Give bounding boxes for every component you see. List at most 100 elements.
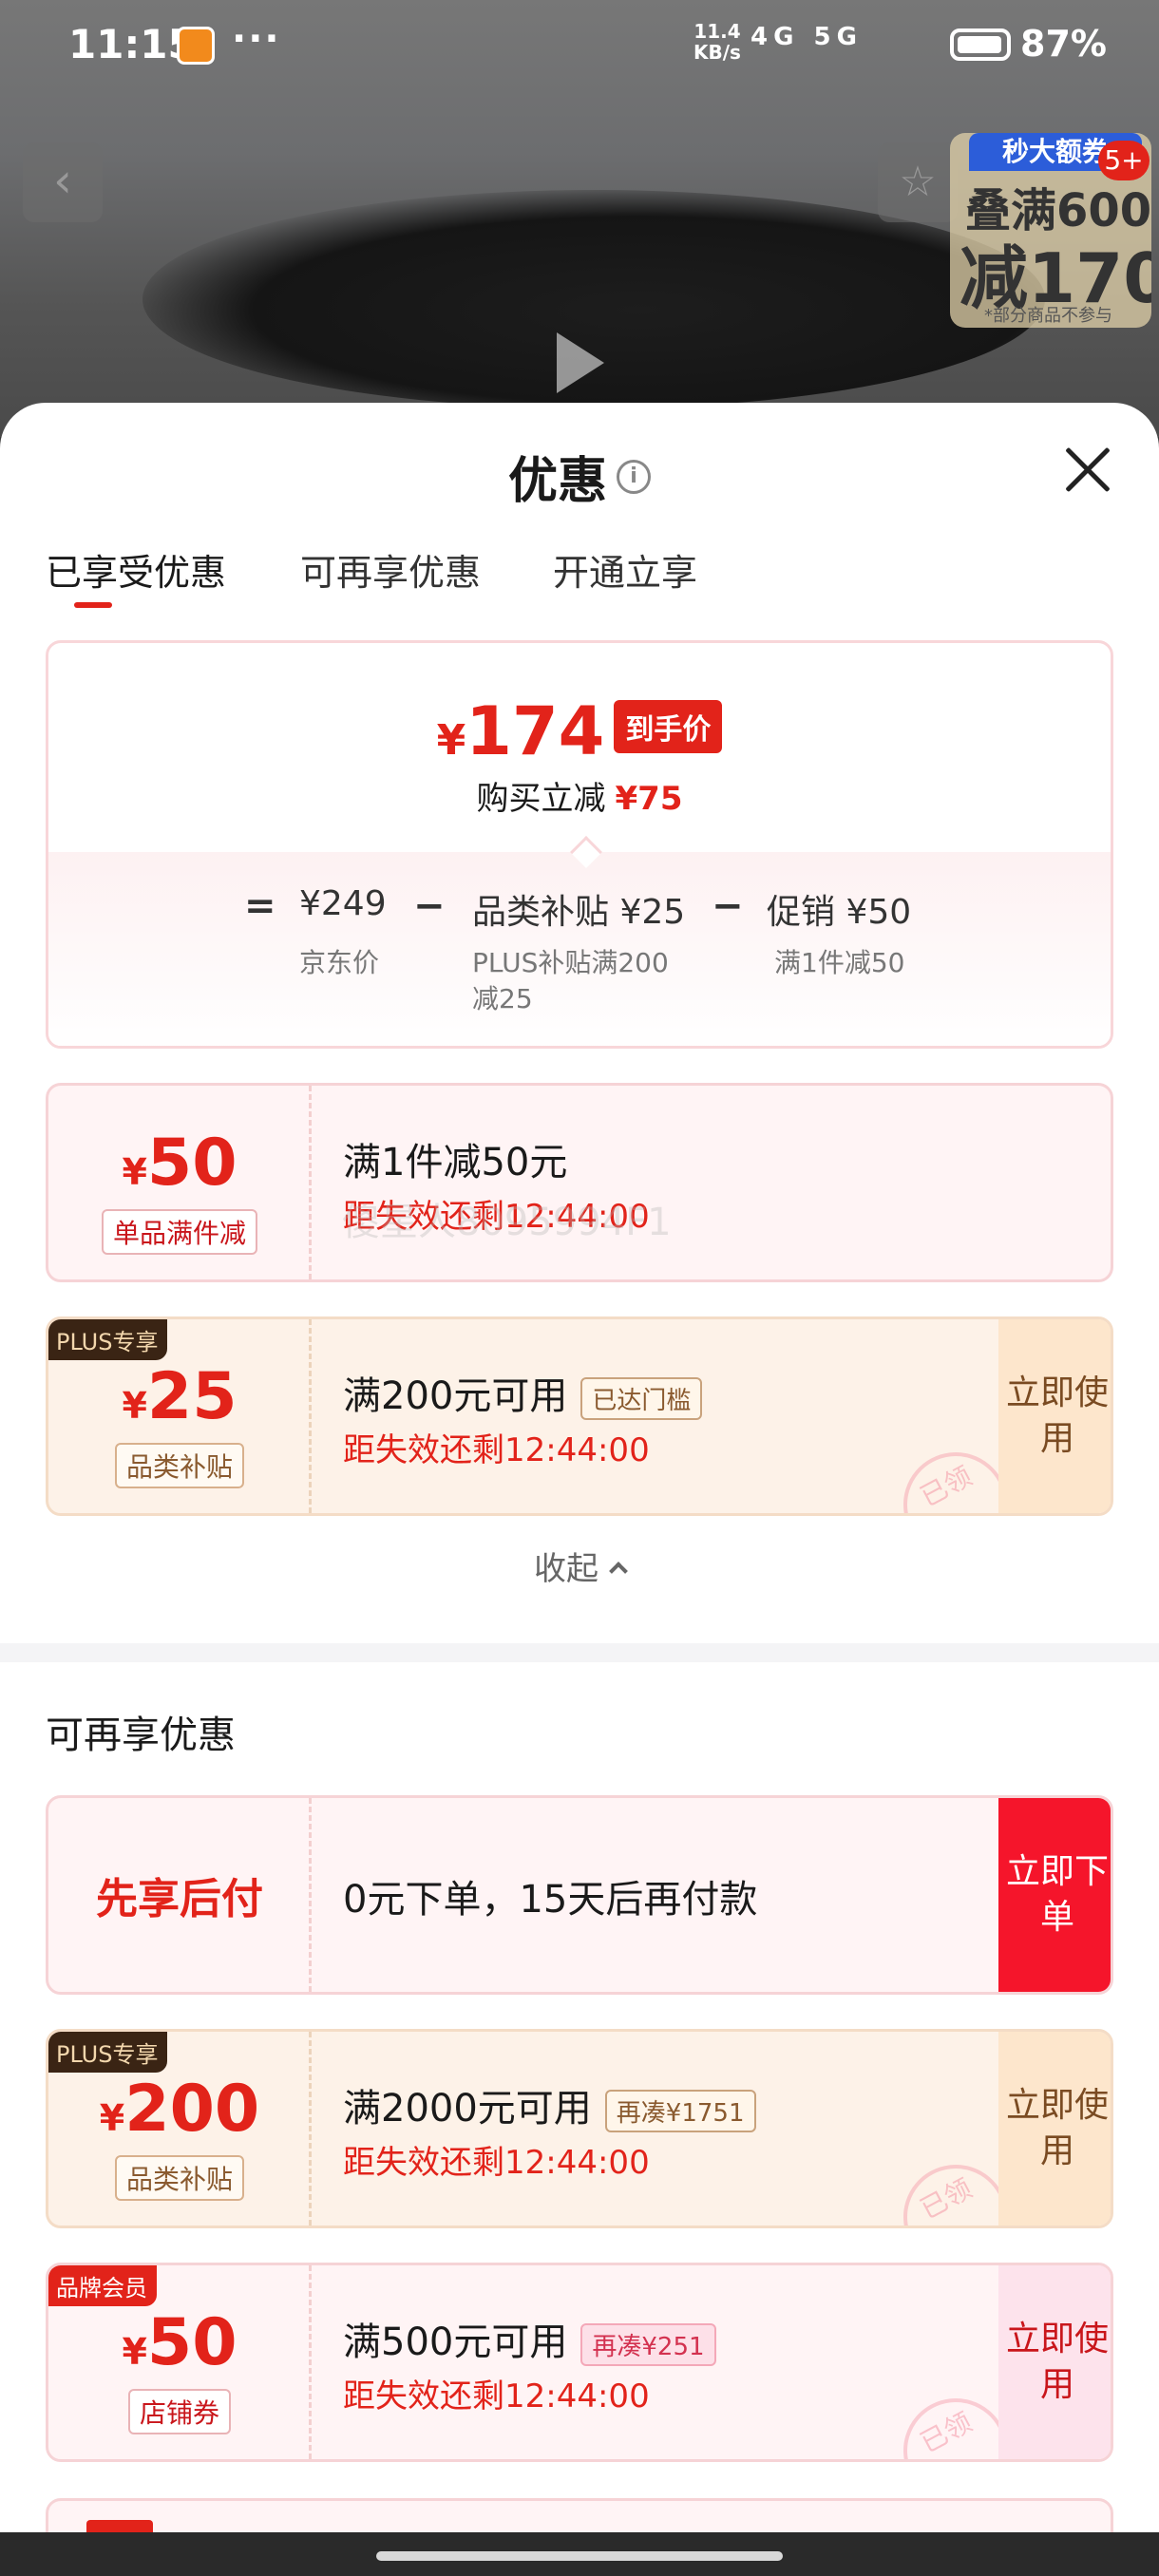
status-more: ···	[232, 17, 281, 61]
coupon-type-label: 店铺券	[127, 2389, 231, 2434]
final-price: ¥174 到手价	[48, 692, 1111, 770]
price-breakdown: = ¥249 京东价 − 品类补贴 ¥25 PLUS补贴满200 减25 − 促…	[48, 881, 1111, 1042]
coupon-card-brand[interactable]: ¥50 店铺券 品牌会员 满500元可用 再凑¥251 距失效还剩12:44:00…	[46, 2263, 1113, 2462]
bnpl-card[interactable]: 先享后付 0元下单，15天后再付款 立即下单	[46, 1795, 1113, 1995]
coupon-currency: ¥	[122, 1385, 147, 1427]
price-summary-card: ¥174 到手价 购买立减 ¥75 = ¥249 京东价 − 品类补贴 ¥25 PL…	[46, 640, 1113, 1049]
coupon-amount-value: 50	[146, 2305, 238, 2380]
tab-activate[interactable]: 开通立享	[553, 543, 697, 596]
coupon-currency: ¥	[122, 1151, 147, 1193]
promo-amount: 促销 ¥50	[767, 893, 912, 932]
save-line: 购买立减 ¥75	[48, 772, 1111, 819]
remaining-chip: 再凑¥1751	[604, 2089, 756, 2132]
coupon-type: 品类补贴	[48, 2155, 311, 2201]
subsidy-label: PLUS补贴满200 减25	[472, 945, 669, 1017]
plus-exclusive-badge: PLUS专享	[48, 2032, 168, 2073]
subsidy-label-line1: PLUS补贴满200	[472, 947, 669, 978]
coupon-amount: ¥50	[48, 1126, 311, 1201]
coupon-divider	[309, 1319, 312, 1513]
coupon-currency: ¥	[122, 2331, 147, 2373]
coupon-amount: ¥50	[48, 2305, 311, 2380]
back-icon[interactable]: ‹	[23, 142, 103, 222]
coupon-title: 满2000元可用 再凑¥1751	[343, 2077, 756, 2132]
coupon-type-label: 单品满件减	[101, 1209, 257, 1255]
use-now-button[interactable]: 立即使用	[998, 2032, 1111, 2226]
tab-enjoyed[interactable]: 已享受优惠	[46, 543, 226, 596]
chevron-up-icon	[609, 1562, 628, 1581]
base-price-label: 京东价	[299, 947, 380, 978]
coupon-type-label: 品类补贴	[114, 1443, 244, 1488]
promo-label: 满1件减50	[774, 947, 905, 978]
coupon-title-text: 满2000元可用	[343, 2087, 592, 2131]
play-icon[interactable]	[557, 332, 604, 393]
coupon-card-partial[interactable]	[46, 2498, 1113, 2532]
discount-sheet: 优惠 i 已享受优惠 可再享优惠 开通立享 ¥174 到手价 购买立减 ¥75 = ¥…	[0, 403, 1159, 2532]
save-amount: ¥75	[615, 780, 683, 818]
status-bar: 11:15 ··· 11.4 KB/s 4G 5G 87%	[0, 0, 1159, 87]
coupon-card-plus[interactable]: ¥25 品类补贴 PLUS专享 满200元可用 已达门槛 距失效还剩12:44:0…	[46, 1316, 1113, 1516]
equals-sign: =	[244, 884, 276, 928]
net-speed: 11.4 KB/s	[694, 21, 741, 63]
remaining-chip: 再凑¥251	[580, 2322, 716, 2366]
coupon-title: 满200元可用 已达门槛	[343, 1365, 703, 1420]
coupon-value-area: ¥50 单品满件减	[48, 1086, 311, 1279]
brand-member-badge: 品牌会员	[48, 2265, 157, 2306]
coupon-divider	[309, 1798, 312, 1992]
battery-percent: 87%	[1020, 23, 1107, 65]
coupon-amount-value: 25	[146, 1359, 238, 1434]
coupon-type: 店铺券	[48, 2389, 311, 2434]
home-gesture-bar[interactable]	[376, 2551, 783, 2561]
system-nav-bar	[0, 2532, 1159, 2576]
app-notification-icon	[177, 27, 215, 65]
favorite-star-icon[interactable]: ☆	[878, 142, 958, 222]
use-now-button[interactable]: 立即使用	[998, 1319, 1111, 1513]
bnpl-description: 0元下单，15天后再付款	[343, 1878, 758, 1922]
coupon-amount-value: 50	[146, 1126, 238, 1201]
subsidy-label-line2: 减25	[472, 983, 533, 1014]
sheet-title: 优惠 i	[0, 441, 1159, 512]
final-price-value: 174	[466, 692, 605, 770]
coupon-type-label: 品类补贴	[114, 2155, 244, 2201]
close-icon[interactable]	[1064, 446, 1112, 494]
promo-note: *部分商品不参与	[984, 306, 1112, 326]
use-now-button[interactable]: 立即使用	[998, 2265, 1111, 2459]
coupon-amount: ¥200	[48, 2072, 311, 2147]
coupon-currency: ¥	[99, 2097, 125, 2139]
sheet-title-text: 优惠	[507, 453, 607, 510]
coupon-amount: ¥25	[48, 1359, 311, 1434]
save-label: 购买立减	[476, 780, 606, 818]
coupon-amount-value: 200	[124, 2072, 260, 2147]
net-speed-value: 11.4	[694, 20, 741, 43]
coupon-card[interactable]: ¥50 单品满件减 满1件减50元 距失效还剩12:44:00	[46, 1083, 1113, 1282]
collapse-label: 收起	[534, 1550, 598, 1588]
bnpl-title: 先享后付	[96, 1875, 263, 1923]
minus-sign: −	[712, 884, 744, 928]
watermark: 傻星人8095994F1	[342, 1201, 672, 1244]
coupon-title-text: 满200元可用	[343, 1374, 568, 1418]
info-icon[interactable]: i	[617, 459, 651, 494]
tab-more[interactable]: 可再享优惠	[300, 543, 481, 596]
order-now-button[interactable]: 立即下单	[998, 1798, 1111, 1992]
tab-active-indicator	[74, 602, 112, 608]
coupon-title: 满1件减50元	[343, 1141, 568, 1184]
coupon-divider	[309, 1086, 312, 1279]
coupon-timer: 距失效还剩12:44:00	[343, 2144, 650, 2182]
threshold-chip: 已达门槛	[580, 1376, 703, 1420]
net-speed-unit: KB/s	[694, 41, 741, 64]
coupon-type: 单品满件减	[48, 1209, 311, 1255]
promo-count-badge: 5+	[1098, 141, 1150, 180]
minus-sign: −	[413, 884, 446, 928]
coupon-timer: 距失效还剩12:44:00	[343, 2377, 650, 2415]
coupon-title: 满500元可用 再凑¥251	[343, 2311, 716, 2366]
coupon-divider	[309, 2265, 312, 2459]
coupon-title-text: 满500元可用	[343, 2320, 568, 2364]
final-price-tag: 到手价	[614, 700, 723, 753]
partial-badge	[86, 2520, 153, 2532]
subsidy-amount: 品类补贴 ¥25	[472, 893, 686, 932]
coupon-type: 品类补贴	[48, 1443, 311, 1488]
collapse-button[interactable]: 收起	[0, 1543, 1159, 1589]
plus-exclusive-badge: PLUS专享	[48, 1319, 168, 1360]
base-price: ¥249	[299, 884, 387, 923]
coupon-card-plus[interactable]: ¥200 品类补贴 PLUS专享 满2000元可用 再凑¥1751 距失效还剩12…	[46, 2029, 1113, 2228]
section-title-more: 可再享优惠	[46, 1714, 236, 1757]
